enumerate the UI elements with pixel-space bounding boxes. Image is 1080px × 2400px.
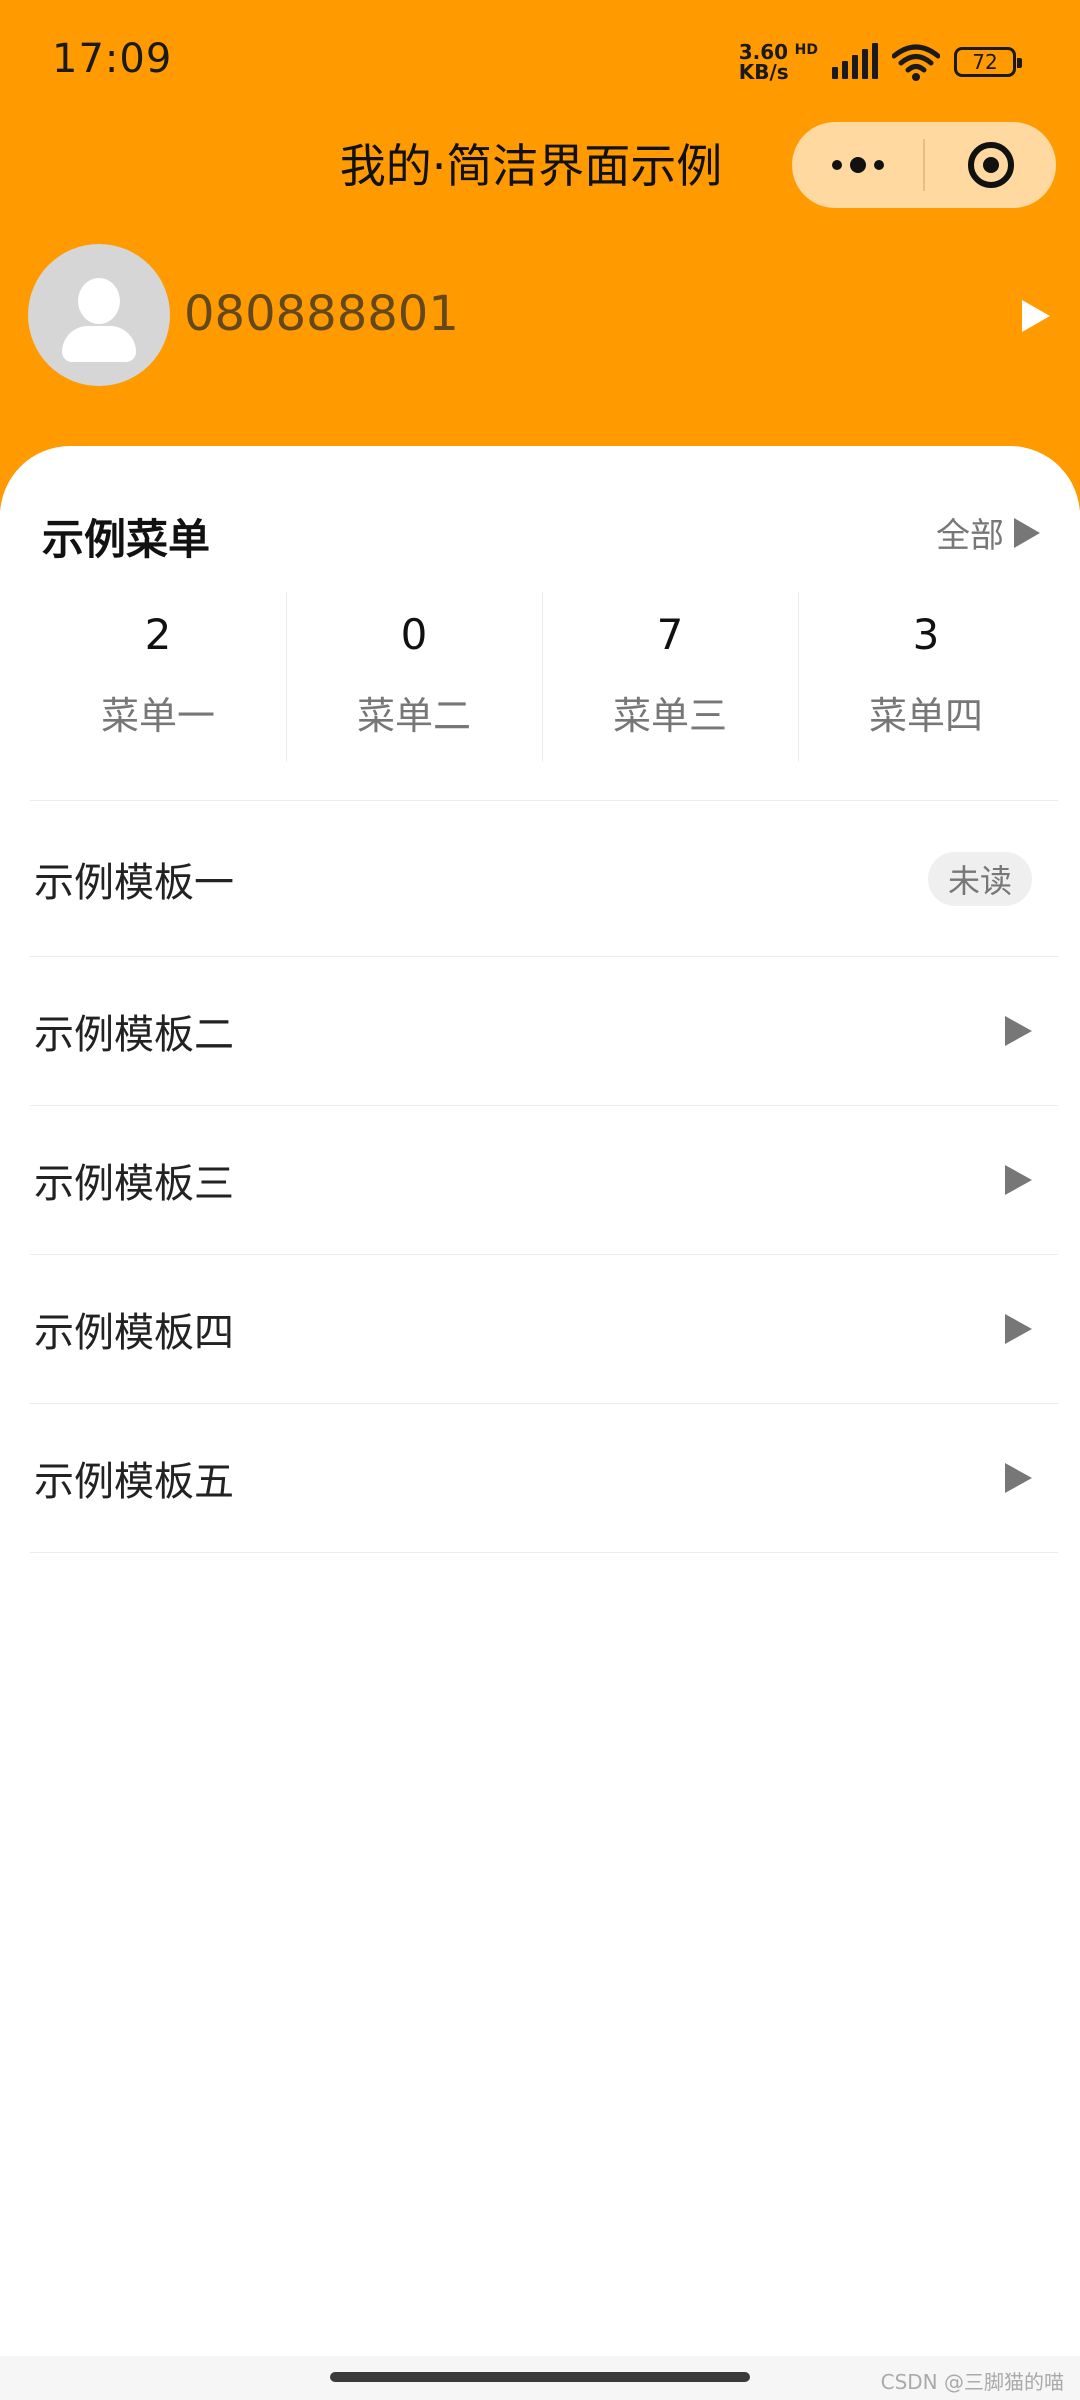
menu-stat-4[interactable]: 3 菜单四 [798,588,1054,762]
default-avatar-icon [78,278,120,324]
triangle-right-icon [1005,1016,1032,1046]
view-all-label: 全部 [936,516,1004,556]
target-icon [967,142,1014,188]
capsule-divider [923,139,925,191]
status-indicators: 3.60 KB/s HD 72 [739,40,1022,84]
avatar[interactable] [28,244,170,386]
stat-label: 菜单三 [612,694,727,738]
stat-count: 2 [144,610,172,659]
stat-label: 菜单一 [100,694,215,738]
close-button[interactable] [925,122,1056,208]
stat-count: 3 [912,610,940,659]
menu-stat-1[interactable]: 2 菜单一 [30,588,286,758]
triangle-right-icon[interactable] [1022,300,1050,332]
stat-label: 菜单四 [868,694,983,738]
stat-label: 菜单二 [356,694,471,738]
user-phone[interactable]: 080888801 [184,286,459,342]
battery-level: 72 [972,50,998,74]
network-speed: 3.60 KB/s [739,42,789,82]
list-item-label: 示例模板一 [34,859,234,906]
triangle-right-icon [1005,1165,1032,1195]
template-list: 示例模板一 未读 示例模板二 示例模板三 示例模板四 示例模板五 [30,800,1058,1553]
more-dots-icon [849,157,866,173]
home-indicator[interactable] [330,2372,750,2382]
wifi-icon [892,44,940,81]
more-button[interactable] [792,122,923,208]
list-item[interactable]: 示例模板四 [30,1255,1058,1404]
network-speed-value: 3.60 [738,40,789,64]
watermark: CSDN @三脚猫的喵 [880,2370,1064,2394]
list-item[interactable]: 示例模板五 [30,1404,1058,1553]
triangle-right-icon [1005,1314,1032,1344]
mini-program-capsule [792,122,1056,208]
list-item-label: 示例模板三 [34,1161,234,1207]
signal-icon [832,43,878,79]
more-dots-icon [873,160,884,170]
network-speed-unit: KB/s [738,60,789,84]
list-item[interactable]: 示例模板三 [30,1106,1058,1255]
list-item[interactable]: 示例模板一 未读 [30,801,1058,957]
more-dots-icon [831,160,842,170]
unread-badge: 未读 [927,851,1032,906]
menu-stats: 2 菜单一 0 菜单二 7 菜单三 3 菜单四 [30,588,1054,762]
triangle-right-icon [1005,1463,1032,1493]
hd-label: HD [794,42,818,58]
menu-section-title: 示例菜单 [42,515,211,564]
list-item-label: 示例模板二 [34,1012,234,1058]
page-title-text: 我的·简洁界面示例 [339,139,723,193]
status-bar: 17:09 3.60 KB/s HD 72 [0,0,1080,120]
status-time: 17:09 [52,36,173,82]
battery-icon: 72 [954,47,1022,77]
menu-stat-3[interactable]: 7 菜单三 [542,588,798,762]
list-item-label: 示例模板五 [34,1459,234,1505]
view-all-link[interactable]: 全部 [936,508,1040,557]
stat-count: 7 [656,610,684,659]
list-item-label: 示例模板四 [34,1310,234,1356]
menu-stat-2[interactable]: 0 菜单二 [286,588,542,762]
triangle-right-icon [1014,517,1040,548]
stat-count: 0 [400,610,428,659]
list-item[interactable]: 示例模板二 [30,957,1058,1106]
